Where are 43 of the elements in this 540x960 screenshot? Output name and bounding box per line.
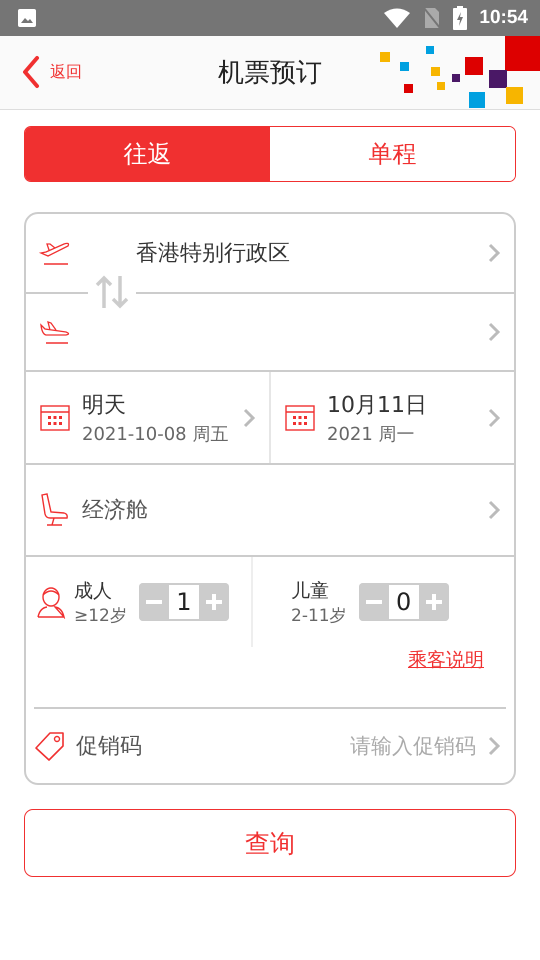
search-button[interactable]: 查询 [24,809,516,877]
passenger-count: 0 [388,585,419,619]
promo-field[interactable]: 请输入促销码 [152,733,478,759]
date-detail: 2021 周一 [327,422,416,446]
promo-row[interactable]: 促销码 请输入促销码 [26,709,514,783]
date-detail: 2021-10-08 周五 [82,422,230,446]
chevron-icon [243,408,255,428]
chevron-icon [488,243,500,263]
date-label: 明天 [82,392,127,420]
age-range: ≥12岁 [74,604,127,626]
status-time: 10:54 [479,7,528,29]
departure-city: 香港特别行政区 [136,240,291,268]
wifi-icon [383,8,412,28]
chevron-icon [488,408,500,428]
date-picker[interactable]: 10月11日 2021 周一 [271,372,514,463]
date-label: 10月11日 [327,392,428,420]
date-picker[interactable]: 明天 2021-10-08 周五 [26,372,271,463]
image-icon [17,8,37,28]
passenger-count: 1 [168,585,199,619]
plus-icon [424,593,443,611]
person-icon [36,585,66,619]
battery-icon [453,6,468,30]
promo-label: 促销码 [76,733,142,761]
plus-icon [204,593,223,611]
calendar-icon [40,404,70,430]
trip-tab[interactable]: 往返 [25,127,270,181]
chevron-icon [488,322,500,342]
calendar-icon [285,404,315,430]
chevron-icon [488,500,500,520]
chevron-left-icon [22,55,40,89]
passenger-type: 成人 [74,578,113,604]
chevron-icon [488,736,500,756]
age-range: 2-11岁 [291,604,347,626]
tag-icon [34,730,66,762]
back-button[interactable]: 返回 [22,55,82,89]
no-sim-icon [423,7,442,29]
minus-icon [366,600,382,604]
page-title: 机票预订 [218,57,322,90]
minus-icon [146,600,162,604]
cabin-row[interactable]: 经济舱 [26,465,514,557]
cabin-class: 经济舱 [82,497,148,525]
passenger-info-link[interactable]: 乘客说明 [408,647,484,673]
passenger-type: 儿童 [291,578,330,604]
